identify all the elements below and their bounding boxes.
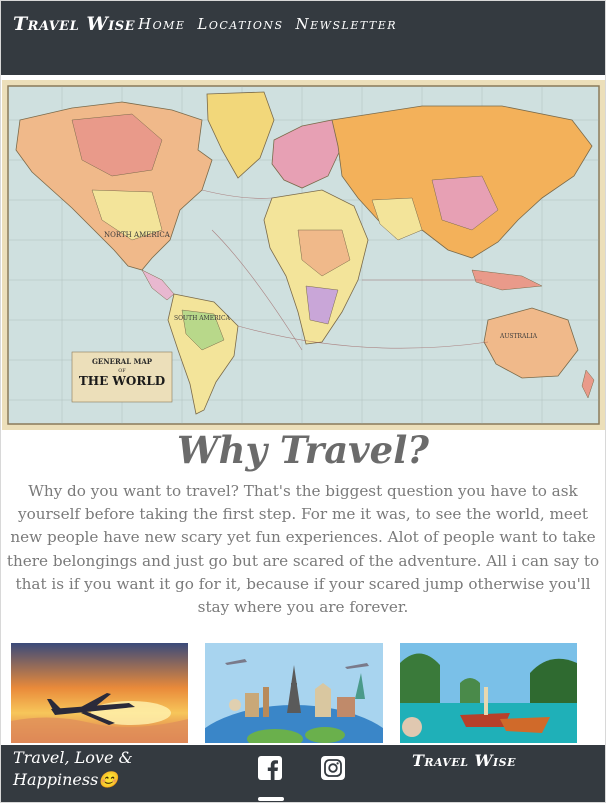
hero-world-map-image: NORTH AMERICA SOUTH AMERICA AUSTRALIA GE…	[2, 80, 605, 430]
map-title-cartouche: GENERAL MAP OF THE WORLD	[71, 351, 173, 403]
site-footer: Travel, Love & Happiness😊 Travel Wise	[1, 745, 605, 802]
nav-home-link[interactable]: Home	[138, 15, 185, 33]
nav-newsletter-link[interactable]: Newsletter	[296, 15, 398, 33]
photo-world-landmarks	[205, 643, 383, 743]
brand-logo[interactable]: Travel Wise	[13, 13, 135, 35]
footer-brand[interactable]: Travel Wise	[412, 751, 516, 770]
instagram-icon[interactable]	[321, 756, 345, 780]
map-label-south-america: SOUTH AMERICA	[174, 315, 231, 322]
photo-tropical-boats	[400, 643, 577, 743]
svg-text:GENERAL MAP: GENERAL MAP	[92, 357, 153, 366]
footer-tagline: Travel, Love & Happiness😊	[13, 748, 133, 789]
main-nav: Home Locations Newsletter	[138, 15, 397, 33]
map-label-north-america: NORTH AMERICA	[104, 231, 171, 239]
scroll-indicator	[258, 797, 284, 801]
facebook-icon[interactable]	[258, 756, 282, 780]
section-title: Why Travel?	[177, 428, 429, 472]
map-label-australia: AUSTRALIA	[499, 333, 538, 340]
section-body-text: Why do you want to travel? That's the bi…	[6, 482, 600, 617]
svg-text:THE WORLD: THE WORLD	[79, 374, 165, 388]
nav-locations-link[interactable]: Locations	[197, 15, 283, 33]
photo-airplane-sunset	[11, 643, 188, 743]
site-header: Travel Wise Home Locations Newsletter	[1, 1, 605, 75]
